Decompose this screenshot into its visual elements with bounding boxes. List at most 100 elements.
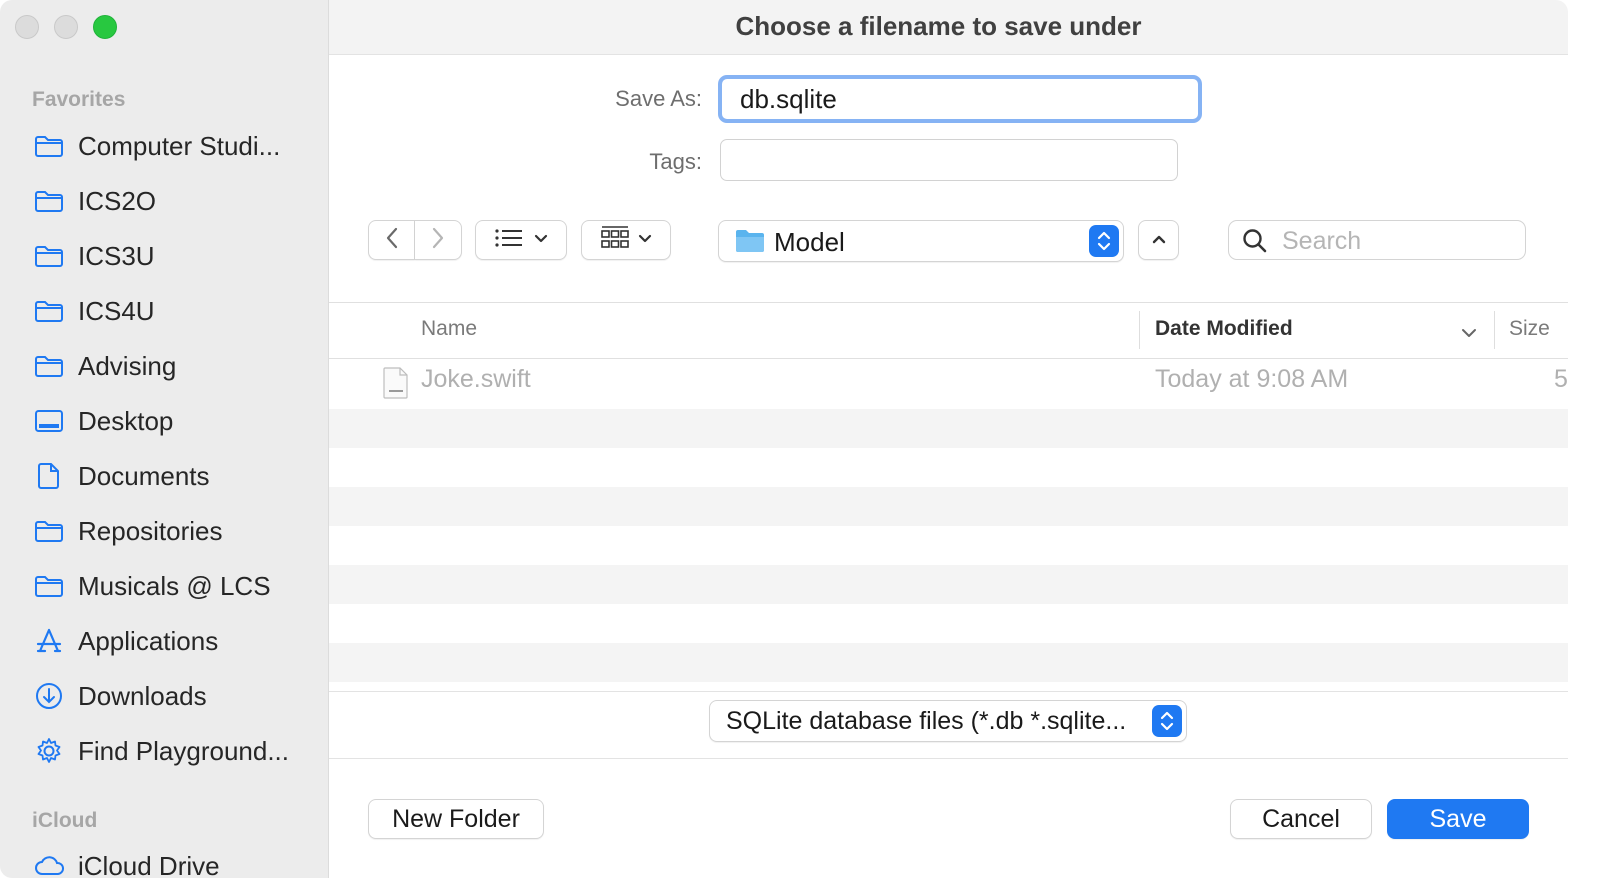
column-divider <box>1139 311 1140 349</box>
applications-icon <box>34 626 66 656</box>
location-label: Model <box>774 227 845 257</box>
search-placeholder: Search <box>1282 227 1362 255</box>
sidebar-item-ics3u[interactable]: ICS3U <box>34 236 314 276</box>
folder-icon <box>34 571 66 601</box>
sidebar-item-advising[interactable]: Advising <box>34 346 314 386</box>
favorites-header: Favorites <box>32 88 126 111</box>
empty-row <box>329 409 1568 448</box>
divider <box>329 758 1568 759</box>
chevron-down-icon <box>534 231 548 249</box>
save-as-label: Save As: <box>615 86 702 111</box>
close-window-button[interactable] <box>15 15 39 39</box>
chevron-left-icon <box>385 227 399 254</box>
column-name[interactable]: Name <box>421 317 477 341</box>
title-bar: Choose a filename to save under <box>329 0 1568 55</box>
sidebar-item-find-playground[interactable]: Find Playground... <box>34 731 314 771</box>
column-date-modified[interactable]: Date Modified <box>1155 317 1293 341</box>
empty-row <box>329 526 1568 565</box>
location-popup[interactable]: Model <box>718 220 1124 262</box>
cloud-icon <box>34 851 66 878</box>
icloud-header: iCloud <box>32 809 98 832</box>
sidebar-item-applications[interactable]: Applications <box>34 621 314 661</box>
forward-button[interactable] <box>415 220 462 260</box>
table-row[interactable]: Joke.swift Today at 9:08 AM 5 <box>329 359 1568 399</box>
document-icon <box>34 461 66 491</box>
empty-row <box>329 565 1568 604</box>
column-size[interactable]: Size <box>1509 317 1550 341</box>
sidebar-item-label: Advising <box>78 350 177 381</box>
empty-row <box>329 487 1568 526</box>
cancel-button[interactable]: Cancel <box>1230 799 1372 839</box>
tags-field[interactable] <box>720 139 1178 181</box>
swift-file-icon <box>383 367 409 404</box>
sidebar-item-label: Applications <box>78 625 219 656</box>
file-size: 5 <box>1554 365 1568 393</box>
search-field[interactable]: Search <box>1228 220 1526 260</box>
new-folder-button[interactable]: New Folder <box>368 799 544 839</box>
minimize-window-button[interactable] <box>54 15 78 39</box>
window-title: Choose a filename to save under <box>735 11 1142 41</box>
back-button[interactable] <box>368 220 415 260</box>
sidebar-item-label: Musicals @ LCS <box>78 570 271 601</box>
sidebar-item-ics4u[interactable]: ICS4U <box>34 291 314 331</box>
sidebar-item-documents[interactable]: Documents <box>34 456 314 496</box>
sidebar-item-label: Find Playground... <box>78 735 290 766</box>
save-dialog: Favorites Computer Studi... ICS2O ICS3U … <box>0 0 1568 878</box>
search-icon <box>1242 228 1268 259</box>
grid-icon <box>600 225 630 256</box>
sidebar-item-label: Repositories <box>78 515 223 546</box>
sidebar-item-label: ICS2O <box>78 185 157 216</box>
chevron-up-icon <box>1152 231 1166 249</box>
desktop-icon <box>34 406 66 436</box>
sidebar-item-icloud-drive[interactable]: iCloud Drive <box>34 846 314 878</box>
sidebar-item-label: ICS3U <box>78 240 155 271</box>
sidebar-item-label: ICS4U <box>78 295 155 326</box>
list-icon <box>494 227 524 254</box>
folder-icon <box>34 186 66 216</box>
save-button[interactable]: Save <box>1387 799 1529 839</box>
folder-icon <box>34 131 66 161</box>
empty-row <box>329 604 1568 643</box>
chevron-right-icon <box>431 227 445 254</box>
expand-collapse-button[interactable] <box>1138 220 1179 260</box>
empty-row <box>329 643 1568 682</box>
sidebar-item-ics2o[interactable]: ICS2O <box>34 181 314 221</box>
file-date: Today at 9:08 AM <box>1155 365 1349 393</box>
zoom-window-button[interactable] <box>93 15 117 39</box>
folder-icon <box>34 351 66 381</box>
folder-icon <box>34 241 66 271</box>
file-format-popup[interactable]: SQLite database files (*.db *.sqlite... <box>709 700 1187 742</box>
chevron-down-icon <box>638 231 652 249</box>
sidebar: Favorites Computer Studi... ICS2O ICS3U … <box>0 0 329 878</box>
sidebar-item-repositories[interactable]: Repositories <box>34 511 314 551</box>
save-as-field[interactable] <box>718 75 1202 123</box>
sidebar-item-desktop[interactable]: Desktop <box>34 401 314 441</box>
sidebar-item-musicals[interactable]: Musicals @ LCS <box>34 566 314 606</box>
column-header-row: Name Date Modified Size <box>329 303 1568 359</box>
folder-icon <box>34 516 66 546</box>
file-name: Joke.swift <box>421 365 531 393</box>
folder-icon <box>34 296 66 326</box>
sidebar-item-downloads[interactable]: Downloads <box>34 676 314 716</box>
empty-row <box>329 448 1568 487</box>
main-panel: Save As: Tags: <box>329 55 1568 878</box>
sidebar-item-label: Downloads <box>78 680 207 711</box>
sidebar-item-computer-studies[interactable]: Computer Studi... <box>34 126 314 166</box>
column-divider <box>1494 311 1495 349</box>
updown-chevron-icon <box>1089 225 1119 257</box>
sort-chevron-down-icon <box>1461 325 1477 343</box>
group-view-button[interactable] <box>581 220 671 260</box>
list-view-button[interactable] <box>475 220 567 260</box>
file-list: Name Date Modified Size Joke.swift Today… <box>329 302 1568 694</box>
updown-chevron-icon <box>1152 705 1182 737</box>
file-format-label: SQLite database files (*.db *.sqlite... <box>726 707 1127 735</box>
sidebar-item-label: Documents <box>78 460 210 491</box>
sidebar-item-label: Computer Studi... <box>78 130 281 161</box>
gear-icon <box>34 736 66 766</box>
divider <box>329 691 1568 692</box>
tags-label: Tags: <box>649 149 702 174</box>
download-icon <box>34 681 66 711</box>
sidebar-item-label: Desktop <box>78 405 174 436</box>
folder-icon <box>735 228 765 259</box>
sidebar-item-label: iCloud Drive <box>78 850 220 879</box>
